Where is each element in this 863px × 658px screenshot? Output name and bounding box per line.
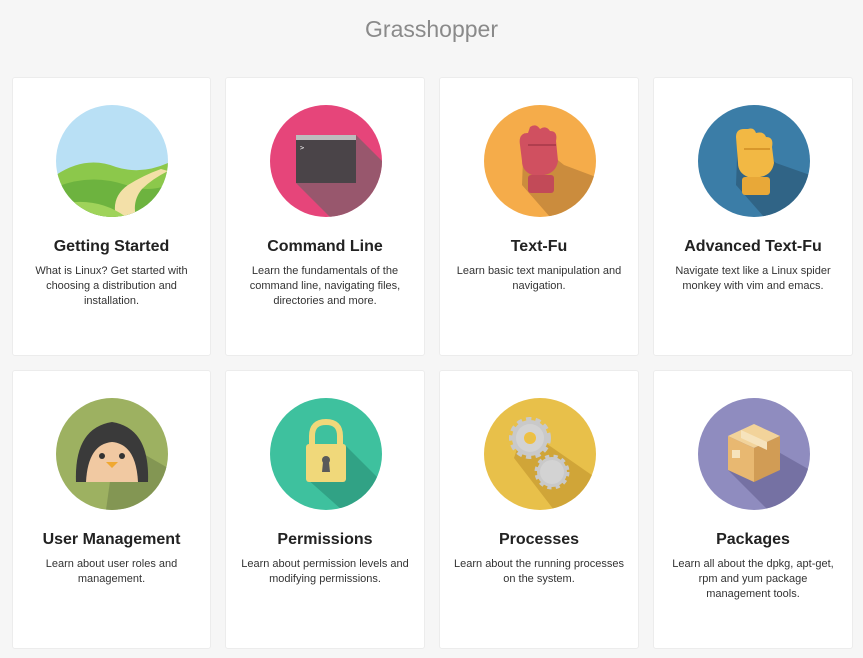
page-title: Grasshopper: [365, 16, 498, 42]
padlock-icon: [270, 398, 382, 510]
card-title: Getting Started: [53, 238, 170, 255]
card-title: Packages: [716, 531, 790, 548]
card-command-line[interactable]: > Command Line Learn the fundamentals of…: [225, 77, 425, 356]
card-description: Learn about permission levels and modify…: [241, 558, 409, 585]
red-glove-icon: [484, 105, 596, 217]
card-description: Learn about the running processes on the…: [454, 558, 625, 585]
card-description: What is Linux? Get started with choosing…: [35, 265, 188, 307]
card-description: Learn basic text manipulation and naviga…: [456, 265, 622, 292]
card-description: Navigate text like a Linux spider monkey…: [675, 265, 831, 292]
yellow-glove-icon: [698, 105, 810, 217]
svg-text:>: >: [300, 144, 304, 152]
card-description: Learn all about the dpkg, apt-get, rpm a…: [672, 558, 834, 600]
terminal-icon: >: [270, 105, 382, 217]
card-title: Command Line: [267, 238, 383, 255]
card-title: Advanced Text-Fu: [684, 238, 822, 255]
landscape-icon: [56, 105, 168, 217]
card-advanced-text-fu[interactable]: Advanced Text-Fu Navigate text like a Li…: [653, 77, 853, 356]
card-title: Processes: [498, 531, 580, 548]
package-box-icon: [698, 398, 810, 510]
card-text-fu[interactable]: Text-Fu Learn basic text manipulation an…: [439, 77, 639, 356]
card-description: Learn about user roles and management.: [45, 558, 178, 585]
card-processes[interactable]: Processes Learn about the running proces…: [439, 370, 639, 649]
card-user-management[interactable]: User Management Learn about user roles a…: [12, 370, 211, 649]
penguin-icon: [56, 398, 168, 510]
card-title: Permissions: [277, 531, 373, 548]
card-description: Learn the fundamentals of the command li…: [249, 265, 401, 307]
card-title: Text-Fu: [510, 238, 568, 255]
card-permissions[interactable]: Permissions Learn about permission level…: [225, 370, 425, 649]
card-packages[interactable]: Packages Learn all about the dpkg, apt-g…: [653, 370, 853, 649]
card-getting-started[interactable]: Getting Started What is Linux? Get start…: [12, 77, 211, 356]
gears-icon: [484, 398, 596, 510]
card-title: User Management: [42, 531, 181, 548]
